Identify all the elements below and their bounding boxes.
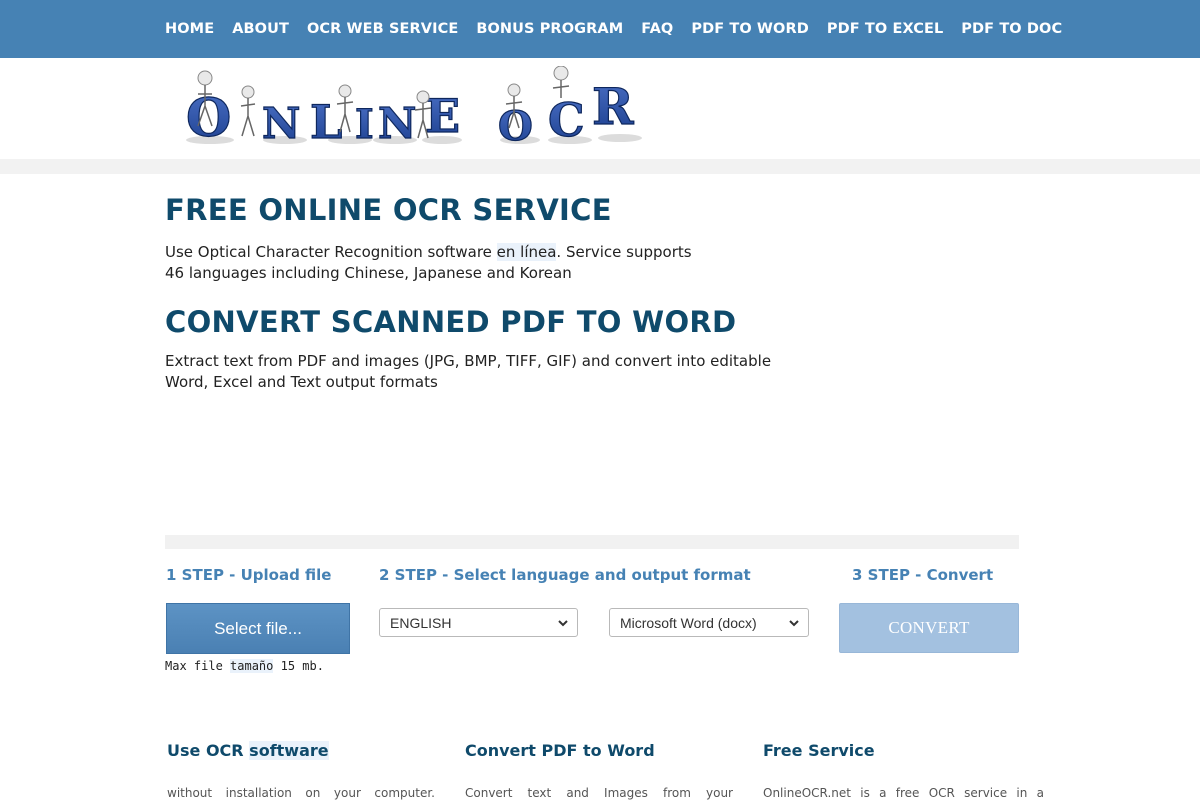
svg-text:I: I — [355, 101, 374, 148]
max-note-highlight: tamaño — [230, 659, 274, 673]
top-navigation: HOME ABOUT OCR WEB SERVICE BONUS PROGRAM… — [0, 0, 1200, 58]
nav-item-pdf-to-excel[interactable]: PDF TO EXCEL — [827, 21, 943, 37]
header-separator — [0, 159, 1200, 174]
nav-item-pdf-to-doc[interactable]: PDF TO DOC — [961, 21, 1062, 37]
chevron-down-icon — [558, 620, 568, 627]
language-select[interactable]: ENGLISH — [379, 608, 578, 637]
nav-item-pdf-to-word[interactable]: PDF TO WORD — [691, 21, 809, 37]
svg-text:N: N — [378, 99, 416, 148]
chevron-down-icon — [789, 620, 799, 627]
intro-text-ocr: Use Optical Character Recognition softwa… — [165, 242, 692, 284]
convert-line1: Extract text from PDF and images (JPG, B… — [165, 352, 772, 370]
max-note-pre: Max file — [165, 659, 231, 673]
language-select-value: ENGLISH — [390, 614, 452, 631]
feature-text-convert-pdf: Convert text and Images from your — [465, 786, 733, 800]
logo-lettering: O N L I N E O C R — [185, 76, 634, 150]
step1-title: 1 STEP - Upload file — [166, 566, 332, 584]
svg-text:R: R — [592, 77, 634, 136]
feature-title-convert-pdf: Convert PDF to Word — [465, 741, 655, 760]
feature-text-ocr-software: without installation on your computer. — [167, 786, 435, 800]
step3-title: 3 STEP - Convert — [852, 566, 994, 584]
nav-item-faq[interactable]: FAQ — [641, 21, 673, 37]
bulb-mascots — [197, 66, 569, 104]
logo-band: O N L I N E O C R — [0, 58, 1200, 159]
page-title: FREE ONLINE OCR SERVICE — [165, 193, 612, 227]
intro-line1-pre: Use Optical Character Recognition softwa… — [165, 243, 497, 261]
feature-text-free-service: OnlineOCR.net is a free OCR service in a — [763, 786, 1044, 800]
intro-line1-highlight: en línea — [496, 243, 557, 261]
feature-title-ocr-pre: Use OCR — [167, 741, 250, 760]
intro-line1-post: . Service supports — [556, 243, 692, 261]
select-file-button[interactable]: Select file... — [166, 603, 350, 654]
feature-title-ocr-highlight: software — [249, 741, 329, 760]
svg-text:L: L — [310, 95, 342, 149]
nav-item-ocr-web-service[interactable]: OCR WEB SERVICE — [307, 21, 458, 37]
feature-title-free-service: Free Service — [763, 741, 875, 760]
max-note-post: 15 mb. — [273, 659, 324, 673]
intro-line2: 46 languages including Chinese, Japanese… — [165, 264, 572, 282]
steps-divider — [165, 535, 1019, 549]
step2-title: 2 STEP - Select language and output form… — [379, 566, 751, 584]
max-file-size-note: Max file tamaño 15 mb. — [165, 659, 324, 673]
online-ocr-logo[interactable]: O N L I N E O C R — [180, 66, 650, 150]
svg-text:E: E — [425, 89, 460, 143]
intro-text-convert: Extract text from PDF and images (JPG, B… — [165, 351, 771, 393]
feature-title-ocr-software: Use OCR software — [167, 741, 329, 760]
section-title-convert: CONVERT SCANNED PDF TO WORD — [165, 305, 737, 339]
convert-button[interactable]: CONVERT — [839, 603, 1019, 653]
nav-menu: HOME ABOUT OCR WEB SERVICE BONUS PROGRAM… — [165, 0, 1080, 58]
output-format-select[interactable]: Microsoft Word (docx) — [609, 608, 809, 637]
nav-item-about[interactable]: ABOUT — [232, 21, 289, 37]
svg-text:O: O — [498, 103, 533, 150]
nav-item-bonus-program[interactable]: BONUS PROGRAM — [476, 21, 623, 37]
svg-text:C: C — [548, 93, 585, 147]
output-format-select-value: Microsoft Word (docx) — [620, 614, 757, 631]
nav-item-home[interactable]: HOME — [165, 21, 214, 37]
svg-text:N: N — [262, 99, 300, 148]
convert-line2: Word, Excel and Text output formats — [165, 373, 438, 391]
